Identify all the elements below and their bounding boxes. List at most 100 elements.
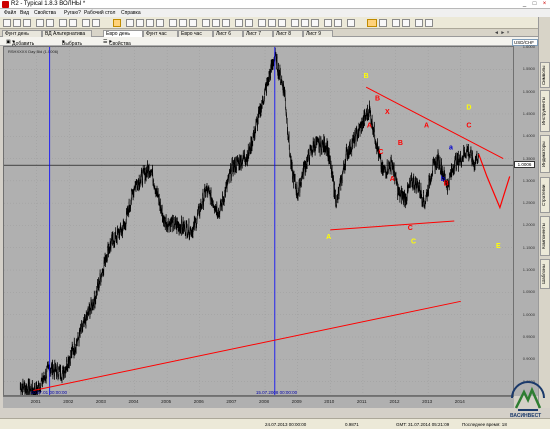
y-tick-label: 1.6000 (522, 44, 535, 49)
template-icon[interactable] (334, 19, 342, 27)
vline-tool-icon[interactable] (156, 19, 164, 27)
period-icon[interactable] (301, 19, 309, 27)
wave-label: C (408, 225, 413, 232)
hline-tool-icon[interactable] (146, 19, 154, 27)
channel-tool-icon[interactable] (169, 19, 177, 27)
tab-euro-hour[interactable]: Евро час (178, 30, 213, 37)
text-tool-icon[interactable] (189, 19, 197, 27)
side-tab-templates[interactable]: Шаблоны (540, 259, 550, 289)
shift-icon[interactable] (379, 19, 387, 27)
side-tab-strategies[interactable]: Стратегии (540, 177, 550, 213)
cursor-icon[interactable] (113, 19, 121, 27)
menu-file[interactable]: Файл (4, 10, 16, 16)
side-tab-indicators[interactable]: Индикаторы (540, 135, 550, 173)
wave-label: C (411, 238, 416, 245)
tab-pound-hour[interactable]: Фунт час (143, 30, 178, 37)
line-tool-icon[interactable] (136, 19, 144, 27)
tab-alternative[interactable]: ВД Альтернатива (42, 30, 92, 37)
tab-sheet-7[interactable]: Лист 7 (243, 30, 273, 37)
x-tick-label: 2010 (324, 399, 335, 404)
vasinvest-logo (511, 381, 545, 411)
menu-help[interactable]: Справка (121, 10, 141, 16)
window-title: R2 - Typical 1.8.3 ВОЛНЫ * (11, 1, 86, 7)
rectangle-tool-icon[interactable] (202, 19, 210, 27)
new-icon[interactable] (3, 19, 11, 27)
crosshair-icon[interactable] (126, 19, 134, 27)
alert-icon[interactable] (392, 19, 400, 27)
price-scale[interactable]: 1.6000 1.5500 1.5000 1.4500 1.4000 1.3500 1.30… (514, 44, 538, 396)
refresh-icon[interactable] (311, 19, 319, 27)
tab-euro-day[interactable]: Евро день (103, 30, 143, 37)
properties-button[interactable]: ☰ Свойства ▾ (103, 39, 131, 47)
x-tick-label: 2003 (95, 399, 106, 404)
scroll-icon[interactable] (347, 19, 355, 27)
zoom-in-icon[interactable] (82, 19, 90, 27)
x-tick-label: 2001 (30, 399, 41, 404)
chart-svg: ABBXACBAACCDCEabB (4, 47, 513, 395)
open-icon[interactable] (13, 19, 21, 27)
candle-icon[interactable] (268, 19, 276, 27)
arrow-tool-icon[interactable] (222, 19, 230, 27)
zoom-out-icon[interactable] (92, 19, 100, 27)
title-bar: R2 - Typical 1.8.3 ВОЛНЫ * _ □ × (0, 0, 550, 9)
wave-label: X (385, 109, 390, 116)
tab-pound-day[interactable]: Фунт день (2, 30, 42, 37)
y-tick-label: 1.2000 (522, 222, 535, 228)
export-icon[interactable] (425, 19, 433, 27)
x-tick-label: 2005 (161, 399, 172, 404)
side-tab-instruments[interactable]: Инструменты (540, 90, 550, 132)
undo-icon[interactable] (59, 19, 67, 27)
y-tick-label: 1.4500 (522, 110, 535, 116)
wave-label: A (424, 122, 429, 129)
price-chart[interactable]: RSHXXXX Day Bid (1.0006) ABBXACBAACCDCEa… (3, 46, 514, 396)
menu-properties[interactable]: Свойства (34, 10, 56, 16)
side-tab-components[interactable]: Компоненты (540, 216, 550, 256)
close-button[interactable]: × (540, 1, 549, 8)
y-tick-label: 1.2500 (522, 200, 535, 206)
cut-icon[interactable] (36, 19, 44, 27)
bar-chart-icon[interactable] (278, 19, 286, 27)
menu-desktop[interactable]: Рабочий стол (84, 10, 115, 16)
menu-ruler[interactable]: Ругаю? (64, 10, 81, 16)
tab-scroll-arrows[interactable]: ◄ ► × (494, 30, 510, 36)
wave-label: B (364, 73, 369, 80)
x-tick-label: 2014 (454, 399, 465, 404)
add-chart-button[interactable]: ▣ Добавить график ▾ (6, 39, 34, 53)
time-axis[interactable]: 2001 2002 2003 2004 2005 2006 2007 2008 2009 2010… (3, 390, 514, 408)
save-icon[interactable] (23, 19, 31, 27)
grid-icon[interactable] (291, 19, 299, 27)
wave-label: B (444, 180, 449, 187)
tab-sheet-8[interactable]: Лист 8 (273, 30, 303, 37)
side-tab-symbols[interactable]: Символы (540, 62, 550, 88)
trend-line (365, 86, 504, 159)
wave-label: E (496, 243, 501, 250)
chart-type-icon[interactable] (258, 19, 266, 27)
status-last: Последнее время: 18 (462, 422, 507, 427)
x-tick-label: 2012 (389, 399, 400, 404)
sound-icon[interactable] (402, 19, 410, 27)
wave-label: C (466, 122, 471, 129)
andrews-tool-icon[interactable] (245, 19, 253, 27)
fibo-tool-icon[interactable] (179, 19, 187, 27)
autoscroll-icon[interactable] (367, 19, 377, 27)
gann-tool-icon[interactable] (235, 19, 243, 27)
x-tick-label: 2007 (226, 399, 237, 404)
y-tick-label: 1.1500 (522, 244, 535, 250)
y-tick-label: 1.4000 (522, 133, 535, 139)
redo-icon[interactable] (69, 19, 77, 27)
tab-sheet-6[interactable]: Лист 6 (213, 30, 243, 37)
wave-label: A (326, 234, 331, 241)
maximize-button[interactable]: □ (530, 1, 539, 8)
tab-sheet-9[interactable]: Лист 9 (303, 30, 333, 37)
minimize-button[interactable]: _ (520, 1, 529, 8)
right-panel: Символы Инструменты Индикаторы Стратегии… (538, 17, 550, 408)
select-button[interactable]: Выбрать ▾ (62, 39, 82, 47)
ellipse-tool-icon[interactable] (212, 19, 220, 27)
indicator-icon[interactable] (324, 19, 332, 27)
menu-view[interactable]: Вид (20, 10, 29, 16)
x-tick-label: 2004 (128, 399, 139, 404)
print-icon[interactable] (415, 19, 423, 27)
status-value: 0.9871 (345, 422, 359, 427)
copy-icon[interactable] (46, 19, 54, 27)
menu-bar: Файл Вид Свойства Ругаю? Рабочий стол Сп… (0, 9, 550, 17)
